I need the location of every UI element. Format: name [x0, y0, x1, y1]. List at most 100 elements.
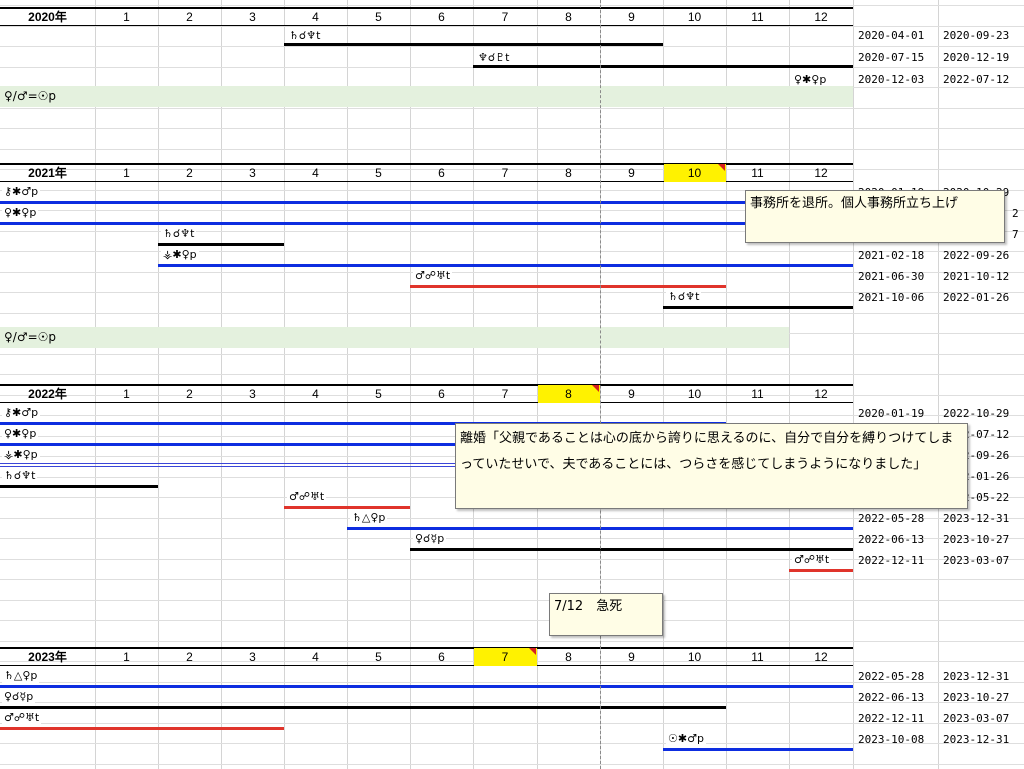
month-header: 3 [249, 10, 256, 24]
transit-bar [284, 43, 663, 46]
month-header: 8 [565, 10, 572, 24]
end-date: 2020-12-19 [943, 51, 1010, 64]
month-header: 5 [375, 166, 382, 180]
month-header: 11 [751, 166, 764, 180]
row-divider [0, 374, 1024, 375]
start-date: 2022-05-28 [858, 670, 925, 683]
shaded-period-label: ♀/♂=☉p [4, 89, 57, 103]
end-date: 2021-10-12 [943, 270, 1010, 283]
transit-label: ☉✱♂p [666, 730, 706, 748]
row-divider [0, 764, 1024, 765]
month-header: 11 [751, 387, 764, 401]
month-header: 10 [687, 650, 702, 664]
month-header: 5 [375, 10, 382, 24]
transit-label: ♄☌♆t [161, 225, 197, 243]
month-header: 9 [628, 387, 635, 401]
month-header: 3 [249, 650, 256, 664]
row-divider [0, 641, 1024, 642]
spreadsheet[interactable]: 2020年 1 2 3 4 5 6 7 8 9 10 11 12 ♄☌♆t 2020-04-01 2020-0… [0, 0, 1024, 769]
month-header: 5 [375, 650, 382, 664]
year-header: 2023年 [28, 650, 67, 664]
comment-text: 事務所を退所。個人事務所立ち上げ [750, 196, 959, 211]
comment-text: 7/12 急死 [554, 599, 623, 614]
month-header: 10 [687, 166, 702, 180]
comment-note-2021[interactable]: 事務所を退所。個人事務所立ち上げ [745, 190, 1005, 243]
month-header: 9 [628, 166, 635, 180]
month-header: 11 [751, 650, 764, 664]
transit-bar [410, 548, 853, 551]
month-header: 5 [375, 387, 382, 401]
comment-note-2023[interactable]: 7/12 急死 [549, 593, 663, 636]
month-header: 10 [687, 10, 702, 24]
transit-label: ⚶✱♀p [161, 246, 199, 264]
transit-bar [0, 685, 853, 688]
month-header: 3 [249, 166, 256, 180]
month-header: 1 [123, 387, 130, 401]
start-date: 2021-10-06 [858, 291, 925, 304]
row-divider [0, 579, 1024, 580]
month-header: 12 [814, 650, 828, 664]
row-divider [0, 5, 1024, 6]
start-date: 2022-12-11 [858, 554, 925, 567]
month-header: 2 [186, 10, 193, 24]
current-date-marker [600, 0, 601, 769]
row-divider [0, 149, 1024, 150]
transit-bar [0, 222, 853, 225]
row-divider [0, 46, 1024, 47]
month-header: 12 [814, 10, 828, 24]
transit-label: ♂☍♅t [2, 709, 42, 727]
transit-bar [663, 306, 853, 309]
transit-label: ♄△♀p [2, 667, 40, 685]
shaded-period-label: ♀/♂=☉p [4, 330, 57, 344]
month-header: 8 [565, 166, 572, 180]
end-date: 2022-07-12 [943, 73, 1010, 86]
month-header: 8 [565, 387, 572, 401]
start-date: 2022-06-13 [858, 533, 925, 546]
end-date: 2023-03-07 [943, 554, 1010, 567]
transit-label: ♀✱♀p [2, 425, 39, 443]
column-divider [853, 0, 854, 769]
month-header: 7 [501, 166, 509, 180]
start-date: 2020-12-03 [858, 73, 925, 86]
end-date: 2023-03-07 [943, 712, 1010, 725]
month-header: 1 [123, 650, 130, 664]
transit-label: ♀✱♀p [2, 204, 39, 222]
end-date: 2023-10-27 [943, 533, 1010, 546]
end-date: 2022-09-26 [943, 249, 1010, 262]
start-date: 2022-12-11 [858, 712, 925, 725]
comment-note-2022[interactable]: 離婚「父親であることは心の底から誇りに思えるのに、自分で自分を縛りつけてしまって… [455, 423, 968, 509]
start-date: 2021-02-18 [858, 249, 925, 262]
end-date: 2023-10-27 [943, 691, 1010, 704]
start-date: 2022-06-13 [858, 691, 925, 704]
transit-label: ♄☌♆t [2, 467, 38, 485]
transit-bar [473, 65, 853, 68]
row-divider [0, 108, 1024, 109]
month-header: 6 [438, 10, 445, 24]
shaded-period [0, 327, 789, 348]
month-header: 1 [123, 166, 130, 180]
row-divider [0, 620, 1024, 621]
transit-label: ⚷✱♂p [2, 183, 41, 201]
month-header: 12 [814, 387, 828, 401]
month-header: 2 [186, 166, 193, 180]
end-date: 2020-09-23 [943, 29, 1010, 42]
month-header: 7 [501, 650, 509, 664]
transit-label: ♄☌♆t [666, 288, 702, 306]
start-date: 2020-04-01 [858, 29, 925, 42]
month-header: 9 [628, 650, 635, 664]
end-date: 2023-12-31 [943, 733, 1010, 746]
transit-label: ♀☌☿p [2, 688, 36, 706]
month-header: 3 [249, 387, 256, 401]
row-divider [0, 313, 1024, 314]
start-date: 2020-07-15 [858, 51, 925, 64]
transit-label: ♂☍♅t [413, 267, 453, 285]
end-date: 7 [1012, 228, 1019, 241]
transit-bar [0, 201, 853, 204]
shaded-period [0, 86, 853, 107]
month-header: 2 [186, 387, 193, 401]
month-header: 1 [123, 10, 130, 24]
transit-bar [0, 485, 158, 488]
transit-label: ♄△♀p [350, 509, 388, 527]
month-header: 4 [312, 650, 319, 664]
year-header: 2022年 [28, 387, 67, 401]
